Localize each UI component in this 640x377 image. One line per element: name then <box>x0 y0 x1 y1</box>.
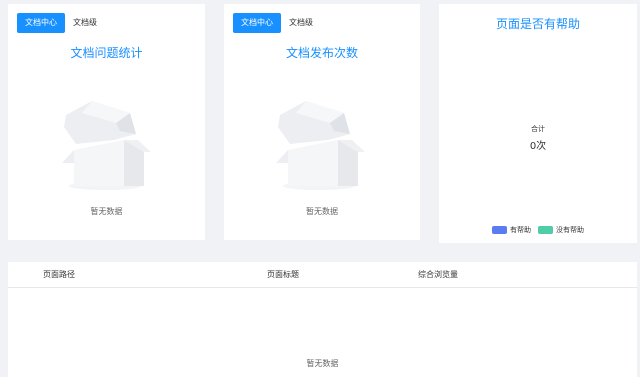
empty-state-text: 暂无数据 <box>90 207 123 216</box>
tab-doc-center[interactable]: 文档中心 <box>233 13 281 33</box>
total-value: 0次 <box>529 141 547 152</box>
card-title: 文档问题统计 <box>70 46 143 60</box>
page-views-table: 页面路径 页面标题 综合浏览量 暂无数据 <box>8 262 637 377</box>
scope-tabs: 文档中心 文档级 <box>233 13 321 33</box>
tab-doc-level[interactable]: 文档级 <box>281 13 321 33</box>
column-header-page-path[interactable]: 页面路径 <box>43 262 75 288</box>
legend-swatch <box>492 226 507 234</box>
empty-box-icon <box>56 97 156 201</box>
scope-tabs: 文档中心 文档级 <box>17 13 105 33</box>
table-empty-text: 暂无数据 <box>306 359 339 368</box>
page-helpful-card: 页面是否有帮助 合计 0次 有帮助 没有帮助 <box>439 4 637 243</box>
legend-swatch <box>538 226 553 234</box>
tab-doc-center[interactable]: 文档中心 <box>17 13 65 33</box>
card-title: 页面是否有帮助 <box>495 17 580 31</box>
table-header: 页面路径 页面标题 综合浏览量 <box>8 262 637 288</box>
column-header-pageviews[interactable]: 综合浏览量 <box>418 262 458 288</box>
legend-item-helpful[interactable]: 有帮助 <box>492 225 531 235</box>
tab-doc-level[interactable]: 文档级 <box>65 13 105 33</box>
empty-box-icon <box>270 97 370 201</box>
doc-publish-count-card: 文档中心 文档级 文档发布次数 暂无数据 <box>224 4 420 240</box>
legend-label: 没有帮助 <box>556 226 584 234</box>
card-title: 文档发布次数 <box>285 46 358 60</box>
total-label: 合计 <box>531 125 545 133</box>
legend-item-not-helpful[interactable]: 没有帮助 <box>538 225 584 235</box>
doc-issue-stats-card: 文档中心 文档级 文档问题统计 暂无数据 <box>8 4 205 240</box>
column-header-page-title[interactable]: 页面标题 <box>267 262 299 288</box>
empty-state-text: 暂无数据 <box>306 207 338 216</box>
chart-legend: 有帮助 没有帮助 <box>439 225 637 235</box>
legend-label: 有帮助 <box>510 226 531 234</box>
